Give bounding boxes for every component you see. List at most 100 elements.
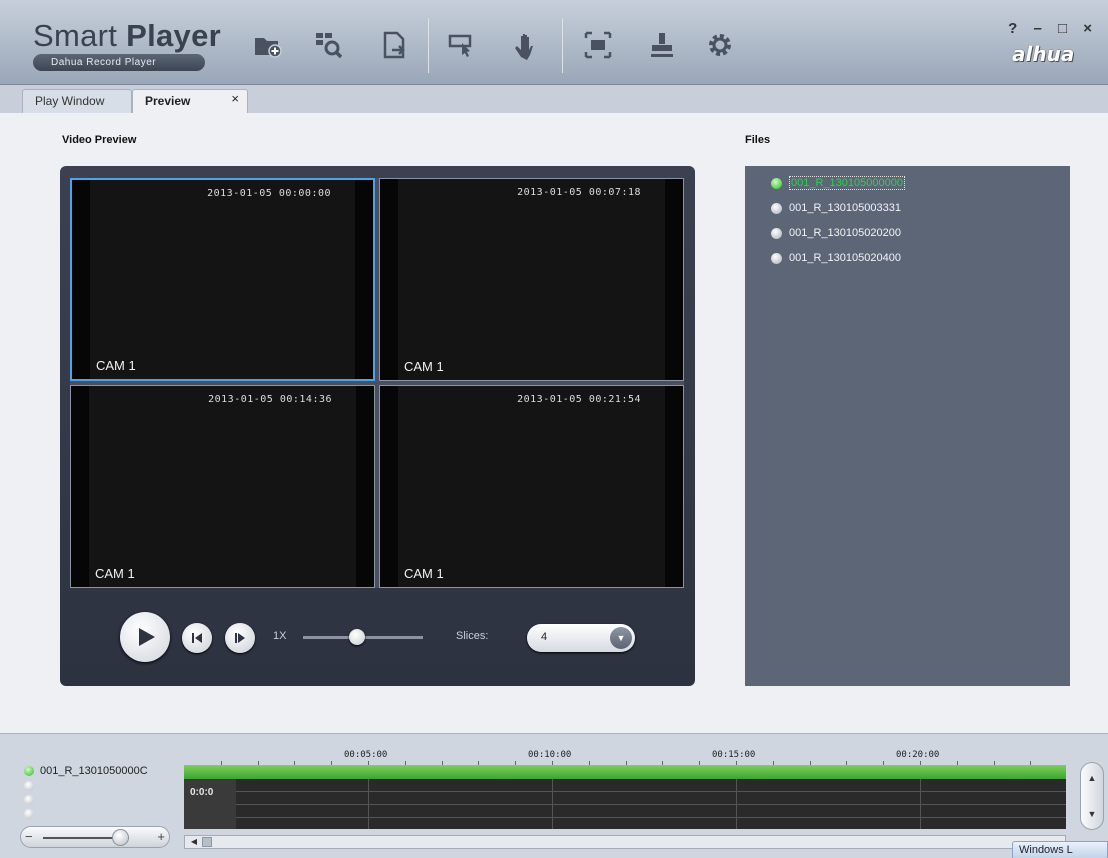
- step-forward-icon: [235, 633, 245, 643]
- search-record-icon: [316, 33, 343, 59]
- video-preview-panel: 2013-01-05 00:00:00 CAM 1 2013-01-05 00:…: [60, 166, 695, 686]
- search-record-button[interactable]: [310, 28, 346, 62]
- slices-value: 4: [541, 631, 548, 643]
- track-divider: [184, 804, 1066, 805]
- step-back-icon: [192, 633, 202, 643]
- header-toolbar: Smart Player Dahua Record Player ? – □ ×…: [0, 0, 1108, 85]
- smart-player-window: Smart Player Dahua Record Player ? – □ ×…: [0, 0, 1108, 858]
- file-item[interactable]: 001_R_130105003331: [771, 199, 901, 217]
- fullscreen-icon: [584, 31, 612, 59]
- app-subtitle: Dahua Record Player: [33, 54, 205, 71]
- current-time-box: 0:0:0: [184, 779, 236, 829]
- export-file-button[interactable]: [376, 28, 412, 62]
- file-item[interactable]: 001_R_130105000000: [771, 174, 905, 192]
- radio-indicator: [24, 781, 34, 791]
- horizontal-scrollbar[interactable]: ◀: [184, 835, 1066, 849]
- channel-item[interactable]: [24, 793, 40, 807]
- timeline-ruler: 00:05:00 00:10:00 00:15:00 00:20:00: [184, 734, 1066, 765]
- channel-item[interactable]: [24, 807, 40, 821]
- video-timestamp: 2013-01-05 00:14:36: [208, 394, 332, 405]
- video-preview-title: Video Preview: [62, 134, 137, 146]
- video-cell[interactable]: 2013-01-05 00:14:36 CAM 1: [70, 385, 375, 588]
- file-name: 001_R_130105000000: [789, 176, 905, 190]
- camera-label: CAM 1: [96, 358, 136, 373]
- track-divider: [184, 817, 1066, 818]
- file-name: 001_R_130105020400: [789, 252, 901, 264]
- file-name: 001_R_130105003331: [789, 202, 901, 214]
- video-cell[interactable]: 2013-01-05 00:00:00 CAM 1: [70, 178, 375, 381]
- video-cell[interactable]: 2013-01-05 00:07:18 CAM 1: [379, 178, 684, 381]
- scrollbar-thumb[interactable]: [202, 837, 212, 847]
- tab-play-window[interactable]: Play Window: [22, 89, 132, 113]
- window-controls[interactable]: ? – □ ×: [1008, 20, 1098, 37]
- letterbox: [665, 179, 683, 380]
- timeline-panel: 001_R_1301050000C − + 00:05:00 00:10:00 …: [0, 733, 1108, 858]
- file-item[interactable]: 001_R_130105020200: [771, 224, 901, 242]
- brand: Smart Player Dahua Record Player: [33, 20, 221, 71]
- hand-button[interactable]: [508, 28, 544, 62]
- speed-slider-knob[interactable]: [349, 629, 365, 645]
- radio-indicator: [771, 202, 782, 214]
- play-icon: [139, 628, 155, 646]
- track-grid-line: [552, 779, 553, 829]
- settings-icon: [709, 34, 731, 56]
- channel-list: 001_R_1301050000C − +: [0, 734, 184, 848]
- camera-label: CAM 1: [95, 566, 135, 581]
- speed-label: 1X: [273, 630, 287, 642]
- letterbox: [72, 180, 90, 379]
- tick-label: 00:10:00: [528, 750, 572, 760]
- timeline-tracks[interactable]: 0:0:0: [184, 779, 1066, 829]
- video-grid: 2013-01-05 00:00:00 CAM 1 2013-01-05 00:…: [70, 178, 684, 588]
- letterbox: [71, 386, 89, 587]
- tab-close-icon[interactable]: ×: [231, 88, 239, 110]
- files-panel: 001_R_130105000000 001_R_130105003331 00…: [745, 166, 1070, 686]
- vertical-scrollbar[interactable]: ▲ ▼: [1080, 762, 1104, 830]
- radio-indicator: [24, 766, 34, 776]
- export-file-icon: [383, 31, 405, 59]
- letterbox: [356, 386, 374, 587]
- play-button[interactable]: [120, 612, 170, 662]
- video-cell[interactable]: 2013-01-05 00:21:54 CAM 1: [379, 385, 684, 588]
- file-item[interactable]: 001_R_130105020400: [771, 249, 901, 267]
- stamp-button[interactable]: [644, 28, 680, 62]
- camera-label: CAM 1: [404, 359, 444, 374]
- scroll-up-icon[interactable]: ▲: [1081, 773, 1103, 783]
- step-back-button[interactable]: [182, 623, 212, 653]
- letterbox: [355, 180, 373, 379]
- track-grid-line: [368, 779, 369, 829]
- dahua-logo: alhua: [1012, 42, 1075, 66]
- clip-button[interactable]: [444, 28, 480, 62]
- radio-indicator: [771, 252, 782, 264]
- fullscreen-button[interactable]: [580, 28, 616, 62]
- scroll-down-icon[interactable]: ▼: [1081, 809, 1103, 819]
- radio-indicator: [24, 795, 34, 805]
- step-forward-button[interactable]: [225, 623, 255, 653]
- zoom-out-icon[interactable]: −: [25, 829, 33, 844]
- slices-select[interactable]: 4 ▼: [527, 624, 635, 652]
- tab-bar: Play Window Preview ×: [0, 85, 1108, 114]
- video-timestamp: 2013-01-05 00:07:18: [517, 187, 641, 198]
- settings-button[interactable]: [702, 28, 738, 62]
- windows-taskbar-button[interactable]: Windows L: [1012, 841, 1108, 858]
- channel-item[interactable]: 001_R_1301050000C: [24, 764, 148, 778]
- track-grid-line: [736, 779, 737, 829]
- tab-preview[interactable]: Preview ×: [132, 89, 248, 114]
- letterbox: [380, 386, 398, 587]
- zoom-slider-knob[interactable]: [112, 829, 130, 846]
- add-folder-button[interactable]: [250, 28, 286, 62]
- current-time: 0:0:0: [190, 787, 214, 798]
- tick-label: 00:15:00: [712, 750, 756, 760]
- video-timestamp: 2013-01-05 00:21:54: [517, 394, 641, 405]
- record-bar[interactable]: [184, 765, 1066, 779]
- channel-label: 001_R_1301050000C: [40, 765, 148, 777]
- toolbar-separator: [428, 18, 429, 73]
- channel-item[interactable]: [24, 779, 40, 793]
- file-name: 001_R_130105020200: [789, 227, 901, 239]
- zoom-in-icon[interactable]: +: [157, 829, 165, 844]
- radio-indicator: [24, 809, 34, 819]
- scroll-left-icon[interactable]: ◀: [187, 837, 201, 847]
- slices-label: Slices:: [456, 630, 489, 642]
- letterbox: [665, 386, 683, 587]
- hand-icon: [515, 34, 533, 60]
- track-divider: [184, 791, 1066, 792]
